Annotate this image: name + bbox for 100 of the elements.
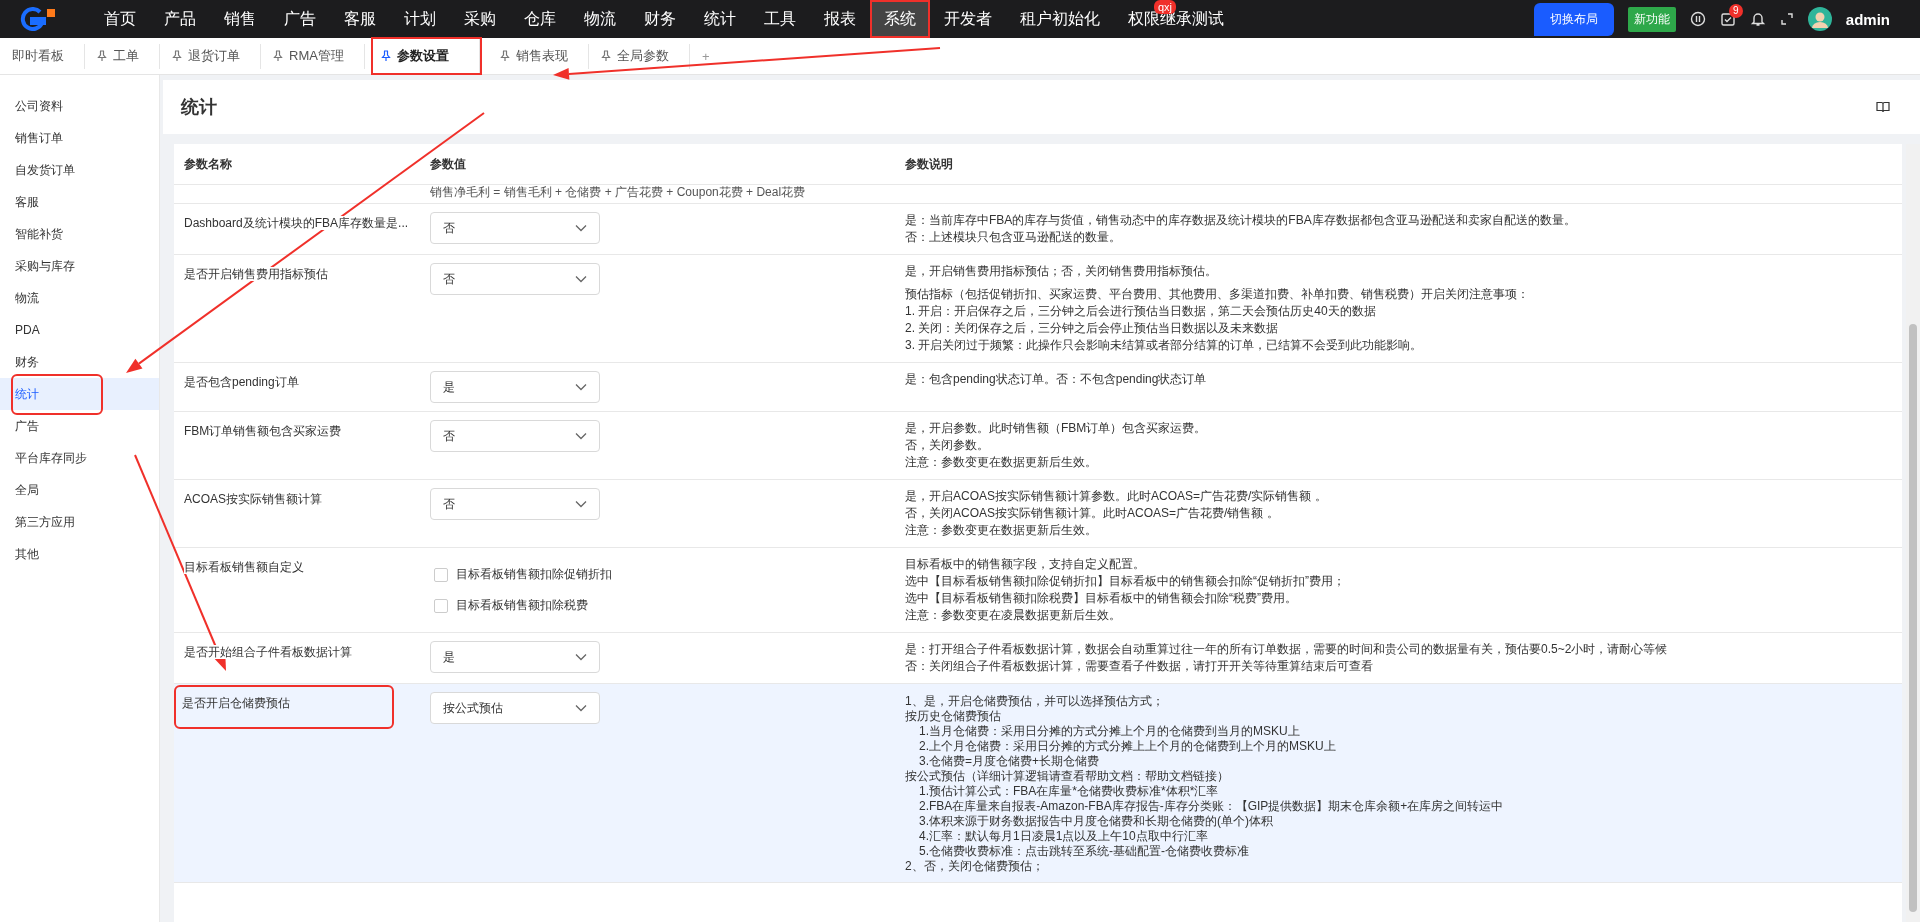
page-tab[interactable]: 参数设置 xyxy=(372,39,480,73)
sidebar-item-label: 物流 xyxy=(15,289,39,307)
description-text: 是：包含pending状态订单。否：不包含pending状态订单 xyxy=(905,371,1208,388)
sidebar-item[interactable]: 财务 xyxy=(0,346,159,378)
sidebar-item[interactable]: 智能补货 xyxy=(0,218,159,250)
nav-menu-item[interactable]: 销售 xyxy=(210,0,270,38)
nav-menu-item[interactable]: 客服 xyxy=(330,0,390,38)
sidebar-item[interactable]: 其他 xyxy=(0,538,159,570)
nav-menu-item[interactable]: 统计 xyxy=(690,0,750,38)
nav-menu-item[interactable]: 报表 xyxy=(810,0,870,38)
description-text: 否，关闭参数。 xyxy=(905,437,990,454)
select-field[interactable]: 否 xyxy=(430,263,600,295)
sidebar-item[interactable]: PDA xyxy=(0,314,159,346)
pin-icon[interactable] xyxy=(600,50,611,62)
scrollbar-thumb[interactable] xyxy=(1909,324,1917,912)
pin-icon[interactable] xyxy=(273,50,283,62)
select-field[interactable]: 否 xyxy=(430,420,600,452)
checkbox-label[interactable]: 目标看板销售额扣除税费 xyxy=(456,597,588,614)
sidebar-item[interactable]: 采购与库存 xyxy=(0,250,159,282)
page-tab[interactable]: 全局参数 xyxy=(588,43,690,69)
checkbox[interactable] xyxy=(434,598,448,613)
sidebar-item[interactable]: 物流 xyxy=(0,282,159,314)
description-text: 2、否，关闭仓储费预估； xyxy=(905,859,1045,874)
description-text: 注意：参数变更在数据更新后生效。 xyxy=(905,454,1098,471)
description-text: 是，开启ACOAS按实际销售额计算参数。此时ACOAS=广告花费/实际销售额 。 xyxy=(905,488,1328,505)
sidebar-item[interactable]: 广告 xyxy=(0,410,159,442)
logo-icon[interactable] xyxy=(18,7,58,31)
page-tab[interactable]: RMA管理 xyxy=(261,43,365,69)
chevron-icon xyxy=(575,383,587,391)
sidebar-item[interactable]: 销售订单 xyxy=(0,122,159,154)
nav-menu-item[interactable]: 产品 xyxy=(150,0,210,38)
page-tab[interactable]: 销售表现 xyxy=(487,43,589,69)
user-name[interactable]: admin xyxy=(1845,10,1890,28)
sidebar-item[interactable]: 公司资料 xyxy=(0,90,159,122)
formula-text: 销售净毛利 = 销售毛利 + 仓储费 + 广告花费 + Coupon花费 + Deal花费 xyxy=(430,185,806,199)
select-field[interactable]: 按公式预估 xyxy=(430,692,600,724)
parameter-name: 是否包含pending订单 xyxy=(184,375,299,389)
nav-menu-item[interactable]: 首页 xyxy=(90,0,150,38)
description-text: 选中【目标看板销售额扣除促销折扣】目标看板中的销售额会扣除“促销折扣”费用； xyxy=(905,573,1346,590)
sidebar-item-label: 其他 xyxy=(15,545,39,563)
select-field[interactable]: 否 xyxy=(430,212,600,244)
switch-layout-button[interactable]: 切换布局 xyxy=(1533,2,1614,36)
description-text: 1、是，开启仓储费预估，并可以选择预估方式； xyxy=(905,694,1165,709)
sidebar-item-label: 公司资料 xyxy=(15,97,63,115)
nav-menu-item[interactable]: 广告 xyxy=(270,0,330,38)
nav-menu-item[interactable]: 计划 xyxy=(390,0,450,38)
sidebar-item-label: 第三方应用 xyxy=(15,513,75,531)
description-text: 3.体积来源于财务数据报告中月度仓储费和长期仓储费的(单个)体积 xyxy=(918,814,1274,829)
sidebar-item-label: 平台库存同步 xyxy=(15,449,87,467)
book-icon[interactable] xyxy=(1876,101,1890,113)
nav-menu-item[interactable]: 开发者 xyxy=(930,0,1006,38)
description-text: 注意：参数变更在凌晨数据更新后生效。 xyxy=(905,607,1122,624)
nav-menu-item[interactable]: 工具 xyxy=(750,0,810,38)
nav-menu-item[interactable]: 物流 xyxy=(570,0,630,38)
chevron-icon xyxy=(575,653,587,661)
description-text: 1.当月仓储费：采用日分摊的方式分摊上个月的仓储费到当月的MSKU上 xyxy=(918,724,1301,739)
description-text: 按公式预估（详细计算逻辑请查看帮助文档：帮助文档链接） xyxy=(905,769,1230,784)
expand-icon[interactable] xyxy=(1779,12,1794,26)
description-text: 是：当前库存中FBA的库存与货值，销售动态中的库存数据及统计模块的FBA库存数据都包含亚马逊配送和卖家自配送的数量。 xyxy=(905,212,1577,229)
nav-menu-item[interactable]: 仓库 xyxy=(510,0,570,38)
circle-icon[interactable] xyxy=(1689,11,1706,27)
parameter-name: 是否开始组合子件看板数据计算 xyxy=(184,645,352,659)
chevron-icon xyxy=(575,432,587,440)
checkbox[interactable] xyxy=(434,567,448,582)
sidebar-item-label: 财务 xyxy=(15,353,39,371)
nav-menu-item[interactable]: 租户初始化 xyxy=(1006,0,1114,38)
page-tab[interactable]: 工单 xyxy=(85,43,160,69)
description-text: 4.汇率：默认每月1日凌晨1点以及上午10点取中行汇率 xyxy=(918,829,1209,844)
description-text: 是：打开组合子件看板数据计算，数据会自动重算过往一年的所有订单数据，需要的时间和贵公司的数据量有关，预估要0.5~2小时，请耐心等候 xyxy=(905,641,1669,658)
nav-menu-item[interactable]: 财务 xyxy=(630,0,690,38)
sidebar-item[interactable]: 平台库存同步 xyxy=(0,442,159,474)
description-text: 1.预估计算公式：FBA在库量*仓储费收费标准*体积*汇率 xyxy=(918,784,1220,799)
pin-icon[interactable] xyxy=(97,50,107,62)
sidebar-item-label: 广告 xyxy=(15,417,39,435)
pin-icon[interactable] xyxy=(172,50,182,62)
sidebar-item[interactable]: 客服 xyxy=(0,186,159,218)
page-tab[interactable]: 退货订单 xyxy=(160,43,261,69)
checkbox-label[interactable]: 目标看板销售额扣除促销折扣 xyxy=(456,566,612,583)
select-field[interactable]: 是 xyxy=(430,371,600,403)
bell-icon[interactable] xyxy=(1749,11,1766,27)
description-text: 2. 关闭：关闭保存之后，三分钟之后会停止预估当日数据以及未来数据 xyxy=(905,320,1280,337)
description-text: 是，开启销售费用指标预估；否，关闭销售费用指标预估。 xyxy=(905,263,1218,280)
parameter-name: ACOAS按实际销售额计算 xyxy=(184,492,322,506)
sidebar-item[interactable]: 自发货订单 xyxy=(0,154,159,186)
nav-menu-item[interactable]: 系统 xyxy=(870,0,930,38)
select-field[interactable]: 否 xyxy=(430,488,600,520)
pin-icon[interactable] xyxy=(380,50,391,62)
description-text: 5.仓储费收费标准：点击跳转至系统-基础配置-仓储费收费标准 xyxy=(918,844,1250,859)
sidebar-item-label: 销售订单 xyxy=(15,129,63,147)
avatar-icon[interactable] xyxy=(1807,7,1832,31)
sidebar-item[interactable]: 第三方应用 xyxy=(0,506,159,538)
page-tab[interactable]: 即时看板 xyxy=(0,43,85,69)
description-text: 注意：参数变更在数据更新后生效。 xyxy=(905,522,1098,539)
sidebar-item[interactable]: 全局 xyxy=(0,474,159,506)
description-text: 否：关闭组合子件看板数据计算，需要查看子件数据，请打开开关等待重算结束后可查看 xyxy=(905,658,1374,675)
description-text: 选中【目标看板销售额扣除税费】目标看板中的销售额会扣除“税费”费用。 xyxy=(905,590,1298,607)
select-field[interactable]: 是 xyxy=(430,641,600,673)
pin-icon[interactable] xyxy=(499,50,510,62)
description-text: 目标看板中的销售额字段，支持自定义配置。 xyxy=(905,556,1146,573)
nav-menu-item[interactable]: 采购 xyxy=(450,0,510,38)
